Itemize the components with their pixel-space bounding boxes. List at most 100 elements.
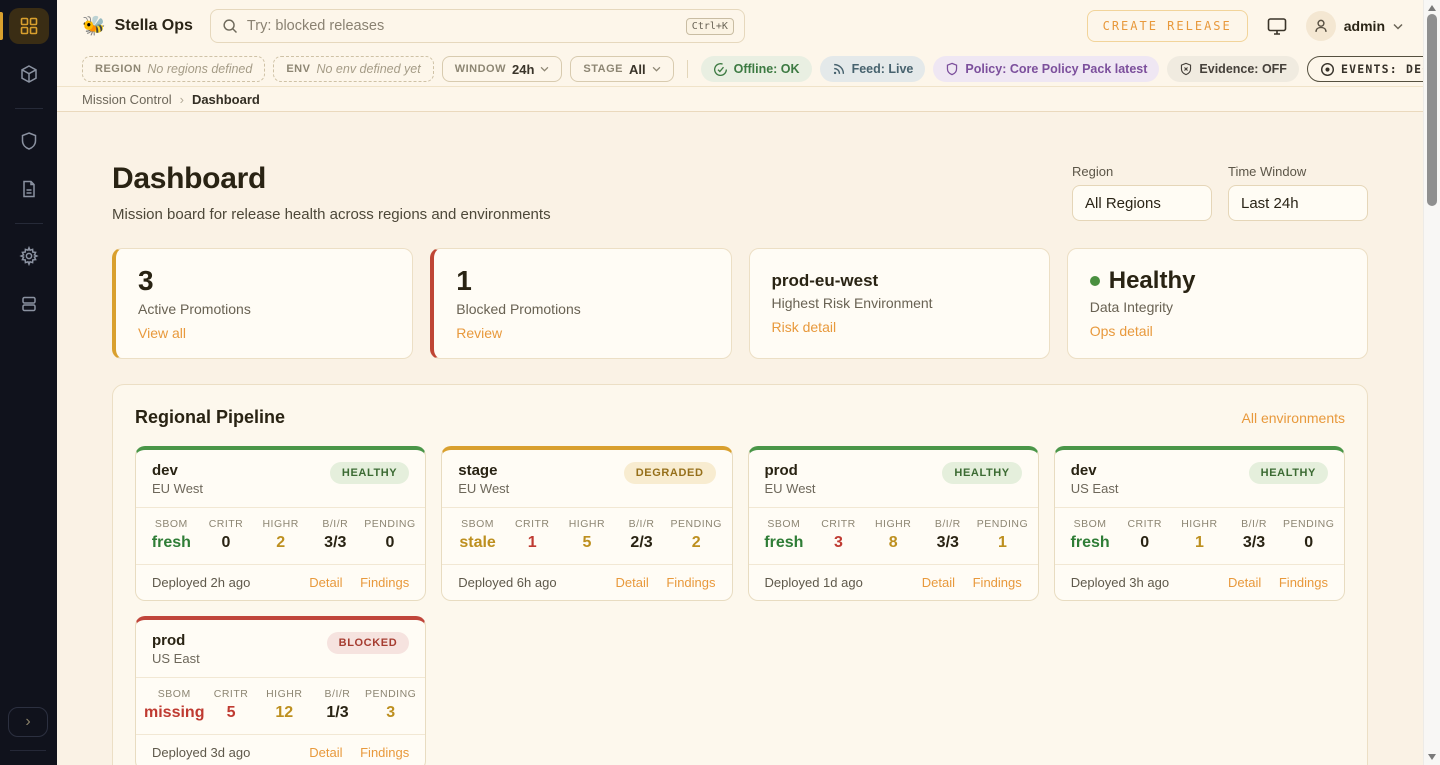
metrics-row: SBOM fresh CRITR 3 HIGHR 8 (749, 507, 1038, 564)
feed-status-chip: Feed: Live (820, 56, 926, 82)
stat-value: 3 (138, 266, 390, 297)
sidebar-item-dashboard[interactable] (9, 8, 49, 44)
environment-region: US East (1071, 481, 1119, 496)
metric-highr: HIGHR 5 (560, 518, 615, 552)
metric-sbom: SBOM fresh (144, 518, 199, 552)
offline-status-chip: Offline: OK (701, 56, 812, 82)
environment-name: dev (152, 462, 203, 479)
region-filter-pill[interactable]: REGION No regions defined (82, 56, 265, 82)
metric-critr: CRITR 1 (505, 518, 560, 552)
findings-link[interactable]: Findings (1279, 575, 1328, 590)
scroll-up-arrow[interactable] (1428, 5, 1436, 11)
metrics-row: SBOM fresh CRITR 0 HIGHR 2 (136, 507, 425, 564)
risk-detail-link[interactable]: Risk detail (772, 319, 837, 335)
scroll-down-arrow[interactable] (1428, 754, 1436, 760)
regional-pipeline-panel: Regional Pipeline All environments dev E… (112, 384, 1368, 765)
detail-link[interactable]: Detail (309, 575, 342, 590)
metric-label: SBOM (1063, 518, 1118, 530)
sidebar-item-settings[interactable] (9, 238, 49, 274)
region-select[interactable]: All Regions (1072, 185, 1212, 221)
metrics-row: SBOM stale CRITR 1 HIGHR 5 (442, 507, 731, 564)
region-filter: Region All Regions (1072, 164, 1212, 221)
env-block: dev EU West (152, 462, 203, 496)
search-input[interactable] (247, 18, 678, 34)
metric-label: HIGHR (1172, 518, 1227, 530)
stat-label: Active Promotions (138, 301, 390, 317)
review-link[interactable]: Review (456, 325, 502, 341)
ops-detail-link[interactable]: Ops detail (1090, 323, 1153, 339)
card-footer: Deployed 6h ago Detail Findings (442, 564, 731, 600)
window-filter-pill[interactable]: WINDOW 24h (442, 56, 563, 82)
sidebar-divider (15, 223, 43, 224)
window-filter-value: 24h (512, 62, 534, 77)
metric-label: CRITR (1117, 518, 1172, 530)
card-links: Detail Findings (295, 745, 409, 760)
check-circle-icon (713, 62, 728, 77)
metric-bir: B/I/R 2/3 (614, 518, 669, 552)
metric-value: 5 (560, 534, 615, 552)
metric-value: fresh (144, 534, 199, 552)
gear-icon (19, 246, 39, 266)
view-all-link[interactable]: View all (138, 325, 186, 341)
dot-circle-icon (1320, 62, 1335, 77)
chevron-down-icon (1393, 23, 1403, 30)
metric-value: 3 (364, 704, 417, 722)
rss-icon (832, 62, 846, 76)
top-bar: 🐝 Stella Ops Ctrl+K CREATE RELEASE (57, 0, 1423, 52)
monitor-icon[interactable] (1266, 15, 1288, 37)
metric-value: 2 (669, 534, 724, 552)
breadcrumb-parent[interactable]: Mission Control (82, 92, 172, 107)
findings-link[interactable]: Findings (973, 575, 1022, 590)
region-filter-value: No regions defined (147, 62, 252, 76)
metric-value: missing (144, 704, 204, 722)
status-badge: DEGRADED (624, 462, 716, 484)
sidebar-item-documents[interactable] (9, 171, 49, 207)
user-menu[interactable]: admin (1306, 11, 1403, 41)
env-filter-pill[interactable]: ENV No env defined yet (273, 56, 433, 82)
sidebar-collapse-button[interactable]: › (8, 707, 48, 737)
environment-name: dev (1071, 462, 1119, 479)
findings-link[interactable]: Findings (360, 575, 409, 590)
detail-link[interactable]: Detail (922, 575, 955, 590)
sidebar-item-releases[interactable] (9, 56, 49, 92)
findings-link[interactable]: Findings (360, 745, 409, 760)
detail-link[interactable]: Detail (1228, 575, 1261, 590)
metric-label: HIGHR (560, 518, 615, 530)
environment-region: EU West (458, 481, 509, 496)
stat-card-blocked-promotions: 1 Blocked Promotions Review (430, 248, 731, 359)
metric-label: PENDING (363, 518, 418, 530)
metric-sbom: SBOM fresh (1063, 518, 1118, 552)
all-environments-link[interactable]: All environments (1242, 410, 1346, 426)
findings-link[interactable]: Findings (666, 575, 715, 590)
stage-filter-pill[interactable]: STAGE All (570, 56, 673, 82)
create-release-button[interactable]: CREATE RELEASE (1087, 10, 1248, 42)
feed-status-text: Feed: Live (852, 62, 914, 76)
card-header: dev EU West HEALTHY (136, 450, 425, 507)
metric-pending: PENDING 0 (1281, 518, 1336, 552)
search-box[interactable]: Ctrl+K (210, 9, 745, 43)
detail-link[interactable]: Detail (309, 745, 342, 760)
stat-value: prod-eu-west (772, 272, 1027, 291)
metric-label: B/I/R (308, 518, 363, 530)
offline-status-text: Offline: OK (734, 62, 800, 76)
package-icon (19, 64, 39, 84)
metric-value: 2 (253, 534, 308, 552)
chevron-right-icon: › (25, 713, 30, 731)
events-status-pill[interactable]: EVENTS: DEGRADED (1307, 56, 1440, 82)
sidebar-item-infrastructure[interactable] (9, 286, 49, 322)
chevron-down-icon (540, 66, 549, 72)
shield-icon (945, 62, 959, 76)
pipeline-card-stage-eu-west: stage EU West DEGRADED SBOM stale CR (441, 446, 732, 601)
scrollbar-thumb[interactable] (1427, 14, 1437, 206)
metric-highr: HIGHR 1 (1172, 518, 1227, 552)
metric-critr: CRITR 0 (199, 518, 254, 552)
metric-pending: PENDING 3 (364, 688, 417, 722)
time-window-select[interactable]: Last 24h (1228, 185, 1368, 221)
metric-bir: B/I/R 1/3 (311, 688, 364, 722)
panel-header: Regional Pipeline All environments (135, 407, 1345, 428)
metric-label: HIGHR (866, 518, 921, 530)
detail-link[interactable]: Detail (615, 575, 648, 590)
sidebar-divider (10, 750, 46, 751)
card-header: dev US East HEALTHY (1055, 450, 1344, 507)
sidebar-item-security[interactable] (9, 123, 49, 159)
